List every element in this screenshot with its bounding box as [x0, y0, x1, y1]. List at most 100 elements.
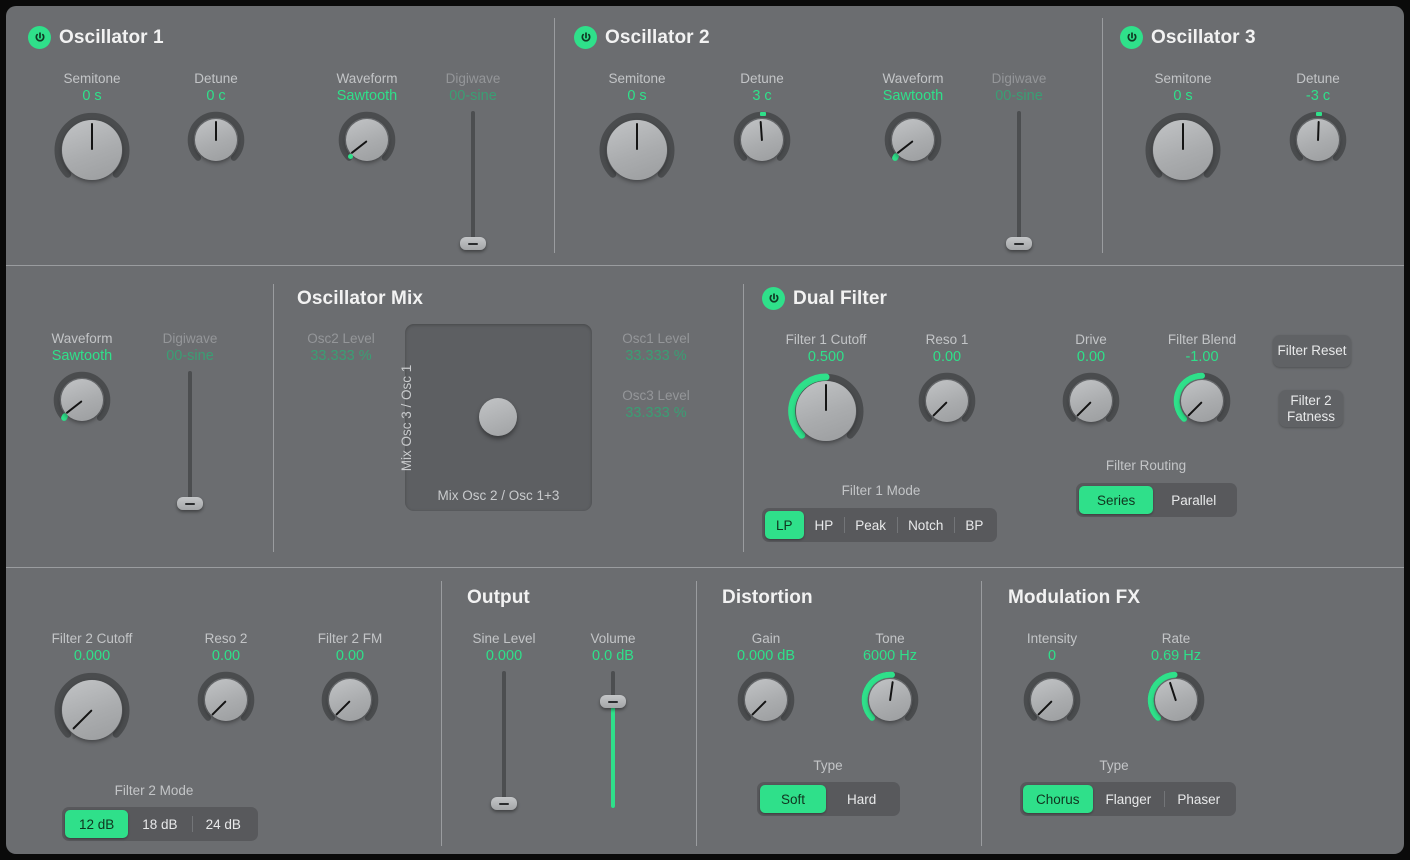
- dual-filter-power-icon[interactable]: [762, 287, 785, 310]
- distortion-gain-knob[interactable]: [735, 669, 797, 731]
- output-sine-level[interactable]: Sine Level 0.000: [454, 630, 554, 811]
- filter2-reso-knob[interactable]: [195, 669, 257, 731]
- distortion-type-option-hard[interactable]: Hard: [826, 785, 897, 813]
- modfx-type-option-flanger[interactable]: Flanger: [1093, 785, 1165, 813]
- filter-drive[interactable]: Drive 0.00: [1041, 331, 1141, 432]
- output-sine-level-slider[interactable]: [491, 671, 517, 811]
- osc3-detune[interactable]: Detune -3 c: [1268, 70, 1368, 171]
- osc1-waveform-knob[interactable]: [336, 109, 398, 171]
- modfx-type-segmented[interactable]: Chorus Flanger Phaser: [1020, 782, 1236, 816]
- filter1-cutoff[interactable]: Filter 1 Cutoff 0.500: [766, 331, 886, 452]
- filter2-mode-option-24db[interactable]: 24 dB: [192, 810, 255, 838]
- distortion-type-option-soft[interactable]: Soft: [760, 785, 826, 813]
- oscillator-mix-xy-pad[interactable]: Mix Osc 3 / Osc 1 Mix Osc 2 / Osc 1+3: [405, 324, 592, 511]
- osc2-detune-knob[interactable]: [731, 109, 793, 171]
- osc2-detune[interactable]: Detune 3 c: [712, 70, 812, 171]
- osc3-waveform[interactable]: Waveform Sawtooth: [32, 330, 132, 431]
- osc3-level-value: 33.333 %: [601, 404, 711, 422]
- filter1-mode-option-bp[interactable]: BP: [954, 511, 994, 539]
- filter2-cutoff[interactable]: Filter 2 Cutoff 0.000: [32, 630, 152, 751]
- osc1-semitone-label: Semitone: [32, 70, 152, 87]
- modfx-type-option-chorus[interactable]: Chorus: [1023, 785, 1093, 813]
- filter2-mode-option-12db[interactable]: 12 dB: [65, 810, 128, 838]
- osc2-digiwave-slider[interactable]: [1006, 111, 1032, 251]
- distortion-tone-value: 6000 Hz: [840, 647, 940, 665]
- osc1-semitone[interactable]: Semitone 0 s: [32, 70, 152, 191]
- divider-osc3ext-mix: [273, 284, 274, 552]
- modfx-rate[interactable]: Rate 0.69 Hz: [1126, 630, 1226, 731]
- filter1-reso-knob[interactable]: [916, 370, 978, 432]
- osc1-waveform[interactable]: Waveform Sawtooth: [317, 70, 417, 171]
- filter1-mode-option-hp[interactable]: HP: [804, 511, 845, 539]
- osc1-detune[interactable]: Detune 0 c: [166, 70, 266, 171]
- modfx-intensity-knob[interactable]: [1021, 669, 1083, 731]
- osc1-digiwave-slider[interactable]: [460, 111, 486, 251]
- output-volume[interactable]: Volume 0.0 dB: [563, 630, 663, 811]
- osc2-level-label: Osc2 Level: [286, 330, 396, 347]
- modfx-type-option-phaser[interactable]: Phaser: [1164, 785, 1233, 813]
- oscillator-2-power-icon[interactable]: [574, 26, 597, 49]
- osc1-level: Osc1 Level 33.333 %: [601, 330, 711, 365]
- distortion-gain[interactable]: Gain 0.000 dB: [716, 630, 816, 731]
- osc3-digiwave-handle[interactable]: [177, 497, 203, 510]
- osc3-digiwave-label: Digiwave: [140, 330, 240, 347]
- filter-routing-option-parallel[interactable]: Parallel: [1153, 486, 1234, 514]
- osc3-semitone[interactable]: Semitone 0 s: [1123, 70, 1243, 191]
- osc2-digiwave[interactable]: Digiwave 00-sine: [969, 70, 1069, 251]
- filter2-reso[interactable]: Reso 2 0.00: [176, 630, 276, 731]
- oscillator-mix-x-label: Mix Osc 2 / Osc 1+3: [405, 488, 592, 503]
- filter1-cutoff-knob[interactable]: [785, 370, 867, 452]
- filter2-cutoff-knob[interactable]: [51, 669, 133, 751]
- osc1-digiwave-handle[interactable]: [460, 237, 486, 250]
- modfx-rate-value: 0.69 Hz: [1126, 647, 1226, 665]
- filter-reset-button[interactable]: Filter Reset: [1273, 335, 1351, 367]
- filter2-mode-segmented[interactable]: 12 dB 18 dB 24 dB: [62, 807, 258, 841]
- filter1-mode-option-peak[interactable]: Peak: [844, 511, 897, 539]
- filter1-mode-option-notch[interactable]: Notch: [897, 511, 954, 539]
- osc1-semitone-knob[interactable]: [51, 109, 133, 191]
- output-volume-slider[interactable]: [600, 671, 626, 811]
- filter1-cutoff-value: 0.500: [766, 348, 886, 366]
- modfx-rate-knob[interactable]: [1145, 669, 1207, 731]
- filter-blend[interactable]: Filter Blend -1.00: [1152, 331, 1252, 432]
- distortion-tone-knob[interactable]: [859, 669, 921, 731]
- output-volume-handle[interactable]: [600, 695, 626, 708]
- osc1-waveform-value: Sawtooth: [317, 87, 417, 105]
- filter-routing-option-series[interactable]: Series: [1079, 486, 1153, 514]
- filter2-fm[interactable]: Filter 2 FM 0.00: [300, 630, 400, 731]
- osc2-digiwave-handle[interactable]: [1006, 237, 1032, 250]
- output-sine-level-value: 0.000: [454, 647, 554, 665]
- osc2-waveform-knob[interactable]: [882, 109, 944, 171]
- filter1-mode-option-lp[interactable]: LP: [765, 511, 804, 539]
- output-sine-level-handle[interactable]: [491, 797, 517, 810]
- osc1-digiwave-track: [471, 111, 475, 248]
- divider-osc-mix: [6, 265, 1404, 266]
- osc3-digiwave[interactable]: Digiwave 00-sine: [140, 330, 240, 511]
- filter2-fm-knob[interactable]: [319, 669, 381, 731]
- osc1-digiwave[interactable]: Digiwave 00-sine: [423, 70, 523, 251]
- oscillator-1-power-icon[interactable]: [28, 26, 51, 49]
- osc2-detune-value: 3 c: [712, 87, 812, 105]
- modfx-intensity[interactable]: Intensity 0: [1002, 630, 1102, 731]
- oscillator-mix-puck[interactable]: [479, 398, 517, 436]
- osc3-semitone-value: 0 s: [1123, 87, 1243, 105]
- filter-routing-segmented[interactable]: Series Parallel: [1076, 483, 1237, 517]
- osc2-semitone-label: Semitone: [577, 70, 697, 87]
- osc3-detune-knob[interactable]: [1287, 109, 1349, 171]
- osc2-semitone[interactable]: Semitone 0 s: [577, 70, 697, 191]
- distortion-tone[interactable]: Tone 6000 Hz: [840, 630, 940, 731]
- filter2-mode-option-18db[interactable]: 18 dB: [128, 810, 191, 838]
- filter-blend-knob[interactable]: [1171, 370, 1233, 432]
- distortion-type-segmented[interactable]: Soft Hard: [757, 782, 900, 816]
- filter1-reso[interactable]: Reso 1 0.00: [897, 331, 997, 432]
- filter-drive-knob[interactable]: [1060, 370, 1122, 432]
- osc3-waveform-knob[interactable]: [51, 369, 113, 431]
- filter1-mode-segmented[interactable]: LP HP Peak Notch BP: [762, 508, 997, 542]
- osc3-digiwave-slider[interactable]: [177, 371, 203, 511]
- osc3-semitone-knob[interactable]: [1142, 109, 1224, 191]
- osc2-waveform[interactable]: Waveform Sawtooth: [863, 70, 963, 171]
- oscillator-3-power-icon[interactable]: [1120, 26, 1143, 49]
- osc2-semitone-knob[interactable]: [596, 109, 678, 191]
- osc1-detune-knob[interactable]: [185, 109, 247, 171]
- filter2-fatness-button[interactable]: Filter 2 Fatness: [1279, 390, 1343, 427]
